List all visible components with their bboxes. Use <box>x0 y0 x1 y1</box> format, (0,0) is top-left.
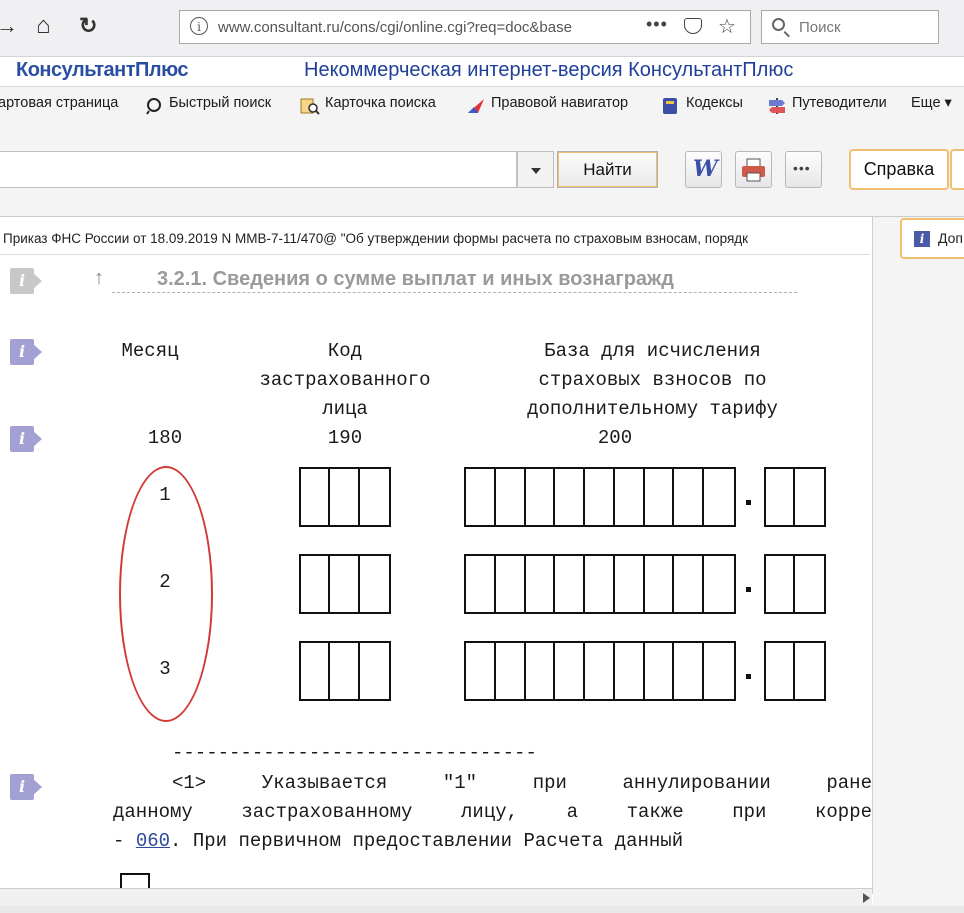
back-arrow-icon[interactable]: → <box>0 12 18 40</box>
insured-code-cells-row-2[interactable] <box>299 554 391 614</box>
base-integer-cells-row-2[interactable] <box>464 554 736 614</box>
up-arrow-icon[interactable]: ↑ <box>94 267 104 290</box>
codex-icon <box>661 97 679 115</box>
base-fraction-cells-row-2[interactable] <box>764 554 826 614</box>
document-title-bar: Приказ ФНС России от 18.09.2019 N ММВ-7-… <box>0 224 870 255</box>
print-button[interactable] <box>735 151 772 188</box>
footnote-line-3-suffix: . При первичном предоставлении Расчета д… <box>170 830 684 852</box>
info-marker-icon[interactable]: i <box>10 774 42 800</box>
column-header-insured-code: Код застрахованного лица <box>259 340 431 420</box>
menu-more[interactable]: Еще ▾ <box>911 95 952 111</box>
extra-panel-button[interactable] <box>950 149 964 190</box>
field-code-190: 190 <box>327 427 363 449</box>
site-info-icon[interactable]: i <box>190 17 208 35</box>
partial-cell-box <box>120 873 150 889</box>
info-marker-icon[interactable]: i <box>10 268 42 294</box>
menu-quick-search[interactable]: Быстрый поиск <box>169 95 271 111</box>
search-icon <box>772 18 785 31</box>
base-fraction-cells-row-3[interactable] <box>764 641 826 701</box>
chevron-down-icon <box>531 168 541 174</box>
menu-legal-navigator[interactable]: Правовой навигатор <box>491 95 628 111</box>
insured-code-cells-row-3[interactable] <box>299 641 391 701</box>
site-logo[interactable]: КонсультантПлюс <box>16 59 189 82</box>
more-icon: ••• <box>793 160 811 176</box>
word-icon: W <box>693 156 718 182</box>
column-header-tariff-base: База для исчисления страховых взносов по… <box>527 340 778 420</box>
home-icon[interactable]: ⌂ <box>36 12 51 40</box>
navigator-icon <box>466 97 484 115</box>
section-heading: 3.2.1. Сведения о сумме выплат и иных во… <box>157 268 674 290</box>
search-icon <box>146 97 164 115</box>
info-icon: i <box>914 231 930 247</box>
decimal-point <box>746 587 751 592</box>
find-button[interactable]: Найти <box>557 151 658 188</box>
link-field-060[interactable]: 060 <box>136 830 170 852</box>
browser-search-field[interactable]: Поиск <box>761 10 939 44</box>
column-header-month: Месяц <box>121 340 179 362</box>
side-tab-label: Доп <box>938 230 964 246</box>
menu-guides[interactable]: Путеводители <box>792 95 887 111</box>
base-fraction-cells-row-1[interactable] <box>764 467 826 527</box>
horizontal-scrollbar[interactable] <box>0 888 872 907</box>
help-button[interactable]: Справка <box>849 149 949 190</box>
site-title: Некоммерческая интернет-версия Консульта… <box>304 59 794 81</box>
printer-icon <box>742 158 765 182</box>
document-title: Приказ ФНС России от 18.09.2019 N ММВ-7-… <box>3 231 749 246</box>
card-search-icon <box>300 97 320 115</box>
side-tab-additional[interactable]: i Доп <box>900 218 964 259</box>
scroll-right-arrow-icon[interactable] <box>863 893 870 903</box>
footnote-line-3: - 060. При первичном предоставлении Расч… <box>113 830 872 852</box>
footnote-line-3-prefix: - <box>113 830 136 852</box>
base-integer-cells-row-1[interactable] <box>464 467 736 527</box>
url-text[interactable]: www.consultant.ru/cons/cgi/online.cgi?re… <box>218 19 572 36</box>
field-code-180: 180 <box>147 427 183 449</box>
base-integer-cells-row-3[interactable] <box>464 641 736 701</box>
word-export-button[interactable]: W <box>685 151 722 188</box>
menu-home[interactable]: артовая страница <box>0 95 118 111</box>
footnote-line-2: данному застрахованному лицу, а также пр… <box>113 801 872 823</box>
page-actions-icon[interactable]: ••• <box>646 14 668 35</box>
footnote-separator: -------------------------------- <box>172 742 537 764</box>
decimal-point <box>746 500 751 505</box>
insured-code-cells-row-1[interactable] <box>299 467 391 527</box>
footnote-line-1: <1> Указывается "1" при аннулировании ра… <box>172 772 872 794</box>
field-code-200: 200 <box>597 427 633 449</box>
decimal-point <box>746 674 751 679</box>
more-actions-button[interactable]: ••• <box>785 151 822 188</box>
annotation-oval <box>119 466 213 722</box>
info-marker-icon[interactable]: i <box>10 339 42 365</box>
info-marker-icon[interactable]: i <box>10 426 42 452</box>
search-dropdown-button[interactable] <box>517 151 554 188</box>
bookmark-star-icon[interactable]: ☆ <box>718 14 736 39</box>
reload-icon[interactable]: ↻ <box>79 12 97 40</box>
document-search-input[interactable] <box>0 151 517 188</box>
pocket-icon[interactable] <box>684 18 702 34</box>
window-bottom-edge <box>0 906 964 913</box>
menu-search-card[interactable]: Карточка поиска <box>325 95 436 111</box>
menu-codices[interactable]: Кодексы <box>686 95 743 111</box>
browser-search-placeholder: Поиск <box>799 19 841 36</box>
url-bar[interactable]: i www.consultant.ru/cons/cgi/online.cgi?… <box>179 10 751 44</box>
section-heading-underline <box>112 292 797 293</box>
main-menu: артовая страница Быстрый поиск Карточка … <box>0 86 964 124</box>
right-panel <box>873 217 964 913</box>
signpost-icon <box>767 97 785 115</box>
